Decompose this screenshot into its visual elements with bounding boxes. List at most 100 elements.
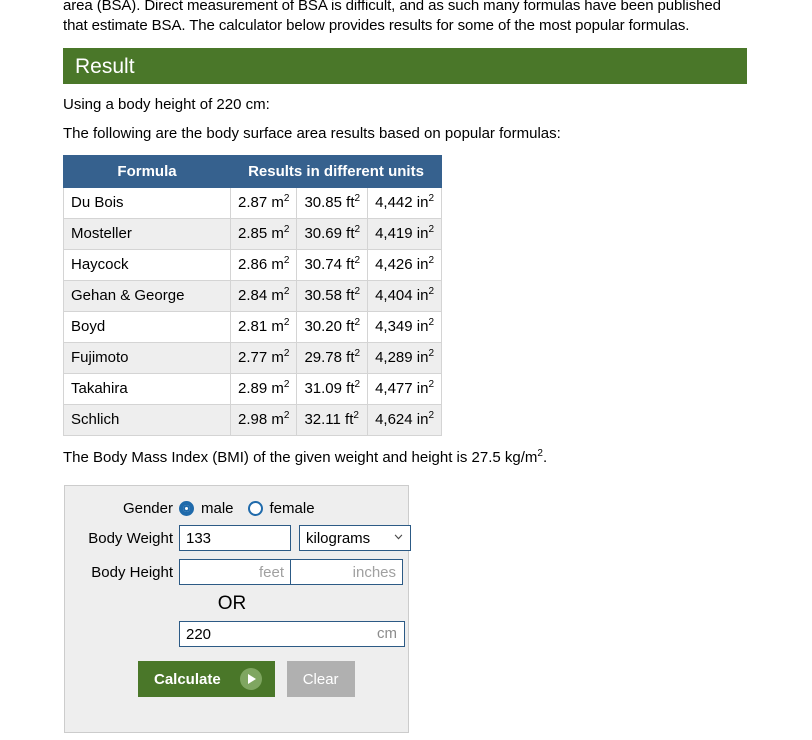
unit-superscript: 2: [354, 348, 361, 359]
height-inches-input[interactable]: [291, 559, 403, 585]
cell-square-meters: 2.84 m2: [229, 280, 298, 312]
height-cm-input[interactable]: [179, 621, 405, 647]
body-weight-input[interactable]: [179, 525, 291, 551]
unit-superscript: 2: [283, 193, 290, 204]
gender-radio-group: male female: [179, 500, 329, 517]
unit-superscript: 2: [354, 379, 361, 390]
cell-square-feet: 30.69 ft2: [296, 218, 369, 250]
gender-female-option[interactable]: female: [247, 500, 315, 517]
radio-male-icon[interactable]: [179, 501, 194, 516]
cell-square-meters: 2.87 m2: [229, 187, 298, 219]
gender-female-label: female: [269, 500, 315, 517]
table-row: Du Bois 2.87 m2 30.85 ft2 4,442 in2: [63, 187, 443, 219]
unit-superscript: 2: [428, 255, 435, 266]
cell-formula-name: Boyd: [63, 311, 231, 343]
clear-button-label: Clear: [302, 670, 339, 688]
gender-male-option[interactable]: male: [179, 500, 234, 517]
cell-square-meters: 2.77 m2: [229, 342, 298, 374]
unit-superscript: 2: [354, 286, 361, 297]
cell-square-feet: 31.09 ft2: [296, 373, 369, 405]
height-feet-input[interactable]: [179, 559, 291, 585]
table-header-row: Formula Results in different units: [63, 155, 443, 188]
cell-square-feet: 30.20 ft2: [296, 311, 369, 343]
cell-square-inches: 4,419 in2: [367, 218, 443, 250]
result-banner: Result: [63, 48, 747, 84]
cell-formula-name: Fujimoto: [63, 342, 231, 374]
using-height-line: Using a body height of 220 cm:: [63, 96, 270, 113]
body-height-row: Body Height: [65, 559, 408, 585]
bmi-text: The Body Mass Index (BMI) of the given w…: [63, 449, 538, 466]
cell-square-meters: 2.86 m2: [229, 249, 298, 281]
unit-superscript: 2: [428, 193, 435, 204]
table-row: Fujimoto 2.77 m2 29.78 ft2 4,289 in2: [63, 342, 443, 374]
intro-paragraph: area (BSA). Direct measurement of BSA is…: [63, 0, 802, 36]
cell-formula-name: Mosteller: [63, 218, 231, 250]
unit-superscript: 2: [428, 286, 435, 297]
unit-superscript: 2: [353, 410, 359, 421]
weight-unit-select-wrap: kilogramspounds: [299, 525, 411, 551]
unit-superscript: 2: [428, 317, 435, 328]
gender-label: Gender: [122, 500, 173, 517]
table-row: Haycock 2.86 m2 30.74 ft2 4,426 in2: [63, 249, 443, 281]
body-weight-label: Body Weight: [88, 529, 173, 547]
cell-square-meters: 2.98 m2: [229, 404, 298, 436]
height-cm-wrap: cm: [179, 621, 405, 647]
unit-superscript: 2: [428, 348, 435, 359]
calculator-form-panel: Gender male female Body Weight kilograms…: [64, 485, 411, 733]
result-banner-title: Result: [75, 54, 135, 78]
cell-square-feet: 30.58 ft2: [296, 280, 369, 312]
bsa-results-table: Formula Results in different units Du Bo…: [63, 155, 443, 436]
unit-superscript: 2: [283, 286, 290, 297]
unit-superscript: 2: [428, 379, 435, 390]
unit-superscript: 2: [283, 224, 290, 235]
or-separator: OR: [217, 593, 247, 614]
gender-male-label: male: [201, 500, 234, 517]
intro-line-2: that estimate BSA. The calculator below …: [63, 17, 690, 34]
cell-formula-name: Du Bois: [63, 187, 231, 219]
cell-square-inches: 4,442 in2: [367, 187, 443, 219]
cell-square-inches: 4,404 in2: [367, 280, 443, 312]
unit-superscript: 2: [428, 224, 435, 235]
cell-square-feet: 32.11 ft2: [296, 404, 369, 436]
unit-superscript: 2: [354, 193, 361, 204]
column-header-results: Results in different units: [229, 155, 443, 188]
cell-formula-name: Gehan & George: [63, 280, 231, 312]
table-row: Takahira 2.89 m2 31.09 ft2 4,477 in2: [63, 373, 443, 405]
cell-square-inches: 4,477 in2: [367, 373, 443, 405]
page-root: area (BSA). Direct measurement of BSA is…: [0, 0, 812, 733]
clear-button[interactable]: Clear: [286, 661, 355, 697]
intro-line-1: area (BSA). Direct measurement of BSA is…: [63, 0, 721, 14]
cell-square-inches: 4,349 in2: [367, 311, 443, 343]
cell-square-feet: 30.74 ft2: [296, 249, 369, 281]
unit-superscript: 2: [354, 224, 361, 235]
cell-formula-name: Haycock: [63, 249, 231, 281]
body-weight-row: Body Weight kilogramspounds: [65, 525, 411, 551]
cell-square-feet: 30.85 ft2: [296, 187, 369, 219]
radio-female-icon[interactable]: [247, 501, 263, 516]
cell-formula-name: Takahira: [63, 373, 231, 405]
table-row: Mosteller 2.85 m2 30.69 ft2 4,419 in2: [63, 218, 443, 250]
cell-square-meters: 2.85 m2: [229, 218, 298, 250]
body-height-label: Body Height: [91, 563, 173, 581]
height-imperial-pair: [179, 559, 403, 585]
unit-superscript: 2: [354, 317, 361, 328]
table-body: Du Bois 2.87 m2 30.85 ft2 4,442 in2 Mostelle…: [63, 187, 443, 436]
bmi-line: The Body Mass Index (BMI) of the given w…: [63, 448, 802, 467]
cell-square-meters: 2.81 m2: [229, 311, 298, 343]
cell-square-meters: 2.89 m2: [229, 373, 298, 405]
unit-superscript: 2: [428, 410, 435, 421]
table-head: Formula Results in different units: [63, 155, 443, 188]
unit-superscript: 2: [283, 317, 290, 328]
form-button-row: Calculate Clear: [65, 661, 408, 697]
unit-superscript: 2: [283, 379, 290, 390]
weight-unit-select[interactable]: kilogramspounds: [299, 525, 411, 551]
table-row: Schlich 2.98 m2 32.11 ft2 4,624 in2: [63, 404, 443, 436]
calculate-button-label: Calculate: [154, 670, 221, 688]
column-header-formula: Formula: [63, 155, 231, 188]
unit-superscript: 2: [354, 255, 361, 266]
cell-square-inches: 4,426 in2: [367, 249, 443, 281]
cell-square-feet: 29.78 ft2: [296, 342, 369, 374]
calculate-button[interactable]: Calculate: [138, 661, 275, 697]
gender-row: Gender male female: [65, 500, 408, 517]
height-cm-row: cm: [65, 621, 408, 647]
